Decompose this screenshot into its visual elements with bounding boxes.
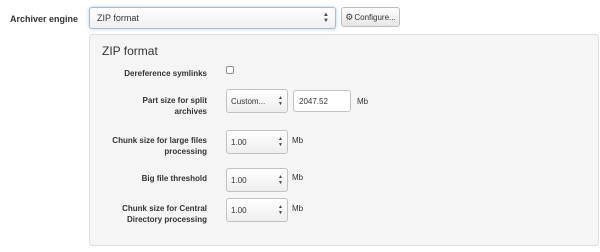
archiver-settings: Archiver engine ZIP format ▲ ▼ ⚙ Configur… — [0, 0, 600, 252]
archiver-engine-value: ZIP format — [97, 13, 139, 23]
updown-caret-icon: ▲ ▼ — [278, 204, 283, 216]
updown-caret-icon: ▲ ▼ — [278, 136, 283, 148]
panel-title: ZIP format — [102, 44, 158, 58]
configure-button[interactable]: ⚙ Configure... — [341, 7, 400, 27]
archiver-engine-label: Archiver engine — [10, 14, 79, 24]
chunk-large-label: Chunk size for large files processing — [112, 136, 207, 156]
part-size-unit: Mb — [357, 97, 369, 106]
chunk-central-label: Chunk size for Central Directory process… — [122, 204, 207, 224]
chunk-large-select[interactable]: 1.00 ▲ ▼ — [226, 130, 288, 154]
big-file-label: Big file threshold — [141, 174, 207, 183]
chunk-central-unit: Mb — [292, 204, 304, 213]
gear-icon: ⚙ — [345, 11, 354, 22]
updown-caret-icon: ▲ ▼ — [278, 174, 283, 186]
updown-caret-icon: ▲ ▼ — [278, 95, 283, 107]
dereference-symlinks-checkbox[interactable] — [226, 66, 234, 74]
archiver-engine-select[interactable]: ZIP format ▲ ▼ — [89, 7, 336, 29]
dereference-symlinks-label: Dereference symlinks — [124, 69, 207, 78]
part-size-label: Part size for split archives — [142, 96, 207, 116]
big-file-unit: Mb — [292, 173, 304, 182]
part-size-input[interactable]: 2047.52 — [293, 90, 351, 112]
big-file-select[interactable]: 1.00 ▲ ▼ — [226, 168, 288, 192]
part-size-select[interactable]: Custom... ▲ ▼ — [226, 89, 288, 113]
updown-caret-icon: ▲ ▼ — [323, 12, 329, 24]
chunk-central-select[interactable]: 1.00 ▲ ▼ — [226, 198, 288, 222]
configure-button-label: Configure... — [354, 12, 396, 22]
chunk-large-unit: Mb — [292, 136, 304, 145]
